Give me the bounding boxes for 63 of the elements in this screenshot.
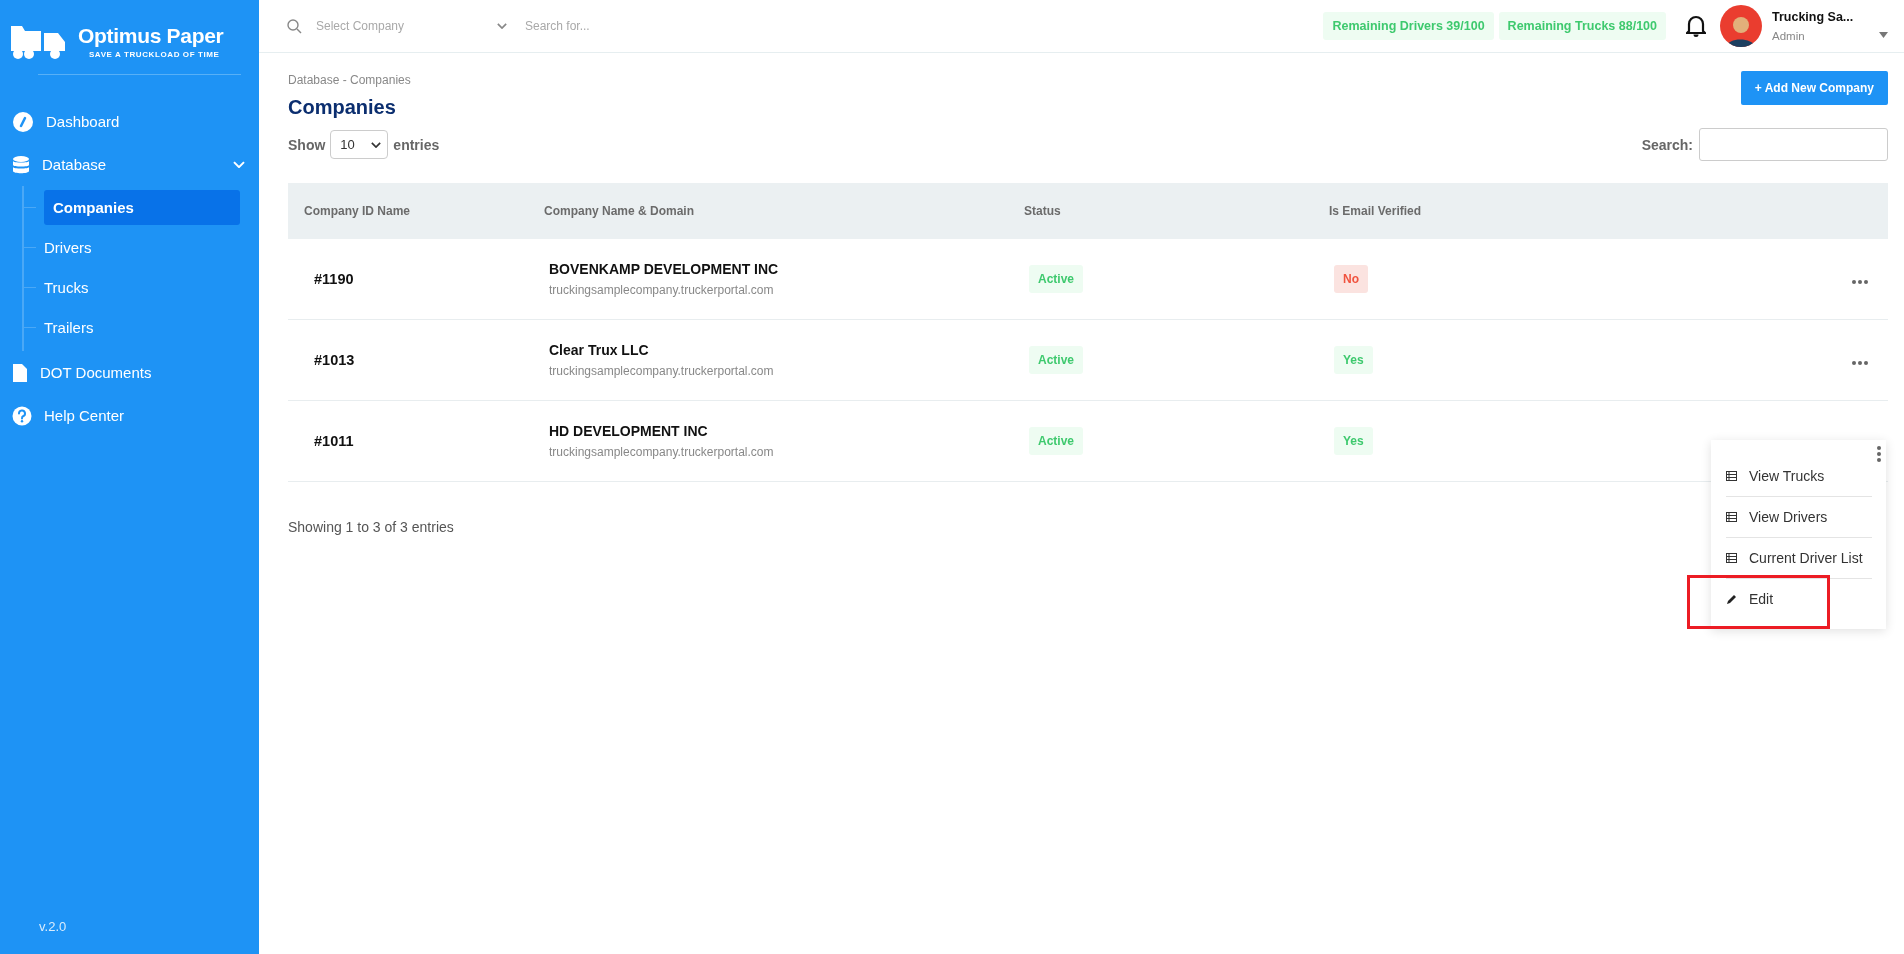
add-company-button[interactable]: + Add New Company [1740, 71, 1888, 105]
company-name: HD DEVELOPMENT INC [549, 423, 709, 439]
status-badge: Active [1029, 427, 1084, 455]
sidebar-item[interactable]: Dashboard [0, 100, 259, 143]
more-icon [1852, 280, 1868, 284]
database-icon [12, 154, 30, 175]
verified-badge: No [1334, 265, 1368, 293]
company-domain: truckingsamplecompany.truckerportal.com [549, 283, 775, 297]
help-icon [12, 405, 32, 426]
table-info: Showing 1 to 3 of 3 entries [288, 519, 454, 535]
avatar-icon [1720, 5, 1762, 47]
table-search-field[interactable] [1699, 128, 1888, 161]
table-icon [1726, 471, 1737, 481]
quota-badge: Remaining Drivers 39/100 [1323, 12, 1494, 40]
chevron-down-icon [233, 160, 245, 169]
company-id: #1013 [313, 352, 356, 368]
show-label: Show [288, 136, 326, 153]
company-id: #1011 [313, 433, 355, 449]
truck-logo-icon [10, 23, 68, 60]
bell-icon [1686, 15, 1706, 37]
menu-item[interactable]: Edit [1726, 579, 1872, 619]
status-badge: Active [1029, 346, 1084, 374]
table-header: Company ID Name Company Name & Domain Status Is Email Verified [288, 183, 1888, 239]
table-icon [1726, 512, 1737, 522]
company-domain: truckingsamplecompany.truckerportal.com [549, 364, 775, 378]
sidebar-item[interactable]: Help Center [0, 394, 259, 437]
sidebar-item[interactable]: Database [0, 143, 259, 186]
document-icon [12, 362, 28, 383]
search-icon [287, 18, 302, 34]
sidebar-subitem[interactable]: Trailers [44, 309, 94, 345]
chevron-down-icon [371, 141, 382, 148]
verified-badge: Yes [1334, 427, 1373, 455]
pencil-icon [1726, 593, 1737, 605]
brand-name: Optimus Paper [78, 24, 224, 48]
page-size-select[interactable]: 10 [330, 130, 389, 159]
version-label: v.2.0 [39, 919, 68, 934]
company-domain: truckingsamplecompany.truckerportal.com [549, 445, 775, 459]
table-icon [1726, 553, 1737, 563]
quota-badge: Remaining Trucks 88/100 [1498, 12, 1666, 40]
verified-badge: Yes [1334, 346, 1373, 374]
sidebar-subitem[interactable]: Companies [44, 189, 240, 225]
company-name: BOVENKAMP DEVELOPMENT INC [549, 261, 780, 277]
sidebar-item[interactable]: DOT Documents [0, 351, 259, 394]
vertical-more-icon [1877, 446, 1881, 462]
menu-item[interactable]: View Trucks [1726, 456, 1872, 497]
breadcrumb: Database - Companies [288, 73, 411, 87]
more-icon [1852, 361, 1868, 365]
caret-icon [1879, 32, 1888, 38]
sidebar-subitem[interactable]: Drivers [44, 229, 92, 265]
company-select[interactable]: Select Company [287, 18, 507, 34]
search-label: Search: [1641, 136, 1693, 153]
sidebar-subitem[interactable]: Trucks [44, 269, 89, 305]
user-menu[interactable]: Trucking Sa... Admin [1720, 5, 1888, 47]
page-title: Companies [288, 96, 397, 119]
status-badge: Active [1029, 265, 1084, 293]
menu-item[interactable]: Current Driver List [1726, 538, 1872, 579]
company-id: #1190 [313, 271, 355, 287]
gauge-icon [12, 110, 34, 133]
entries-label: entries [393, 136, 440, 153]
company-name: Clear Trux LLC [549, 342, 650, 358]
menu-item[interactable]: View Drivers [1726, 497, 1872, 538]
brand-tagline: SAVE A TRUCKLOAD OF TIME [88, 50, 220, 59]
chevron-down-icon [497, 23, 507, 29]
